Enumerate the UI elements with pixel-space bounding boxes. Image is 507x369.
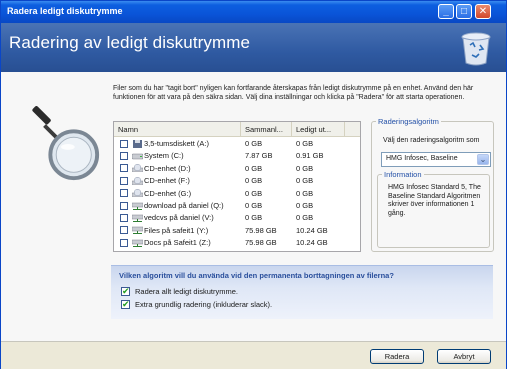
drive-list[interactable]: Namn Sammanl... Ledigt ut... 3,5-tumsdis…: [113, 121, 361, 252]
maximize-button[interactable]: □: [456, 4, 472, 19]
checkmark-icon: ✔: [122, 299, 130, 309]
information-label: Information: [382, 170, 424, 179]
options-panel: Vilken algoritm vill du använda vid den …: [111, 265, 493, 319]
drive-name: Docs på Safeit1 (Z:): [144, 238, 211, 248]
hard-drive-icon: [131, 152, 144, 160]
drive-row[interactable]: download på daniel (Q:) 0 GB 0 GB: [114, 200, 360, 211]
drive-row[interactable]: 3,5-tumsdiskett (A:) 0 GB 0 GB: [114, 138, 360, 149]
drive-free: 0 GB: [296, 213, 314, 223]
intro-text: Filer som du har "tagit bort" nyligen ka…: [113, 85, 474, 101]
drive-row[interactable]: CD-enhet (G:) 0 GB 0 GB: [114, 188, 360, 199]
drive-name: System (C:): [144, 151, 184, 161]
recycle-bin-icon: [461, 32, 491, 66]
extra-thorough-label: Extra grundlig radering (inkluderar slac…: [135, 300, 273, 309]
column-header-free[interactable]: Ledigt ut...: [292, 122, 345, 137]
drive-checkbox[interactable]: [120, 238, 128, 247]
drive-total: 75.98 GB: [245, 225, 277, 235]
minimize-icon: _: [443, 6, 449, 17]
drive-name: Files på safeit1 (Y:): [144, 225, 209, 235]
drive-row[interactable]: CD-enhet (F:) 0 GB 0 GB: [114, 175, 360, 186]
drive-free: 0.91 GB: [296, 151, 324, 161]
drive-checkbox[interactable]: [120, 151, 128, 160]
drive-name: vedcvs på daniel (V:): [144, 213, 214, 223]
drive-row[interactable]: Docs på Safeit1 (Z:) 75.98 GB 10.24 GB: [114, 237, 360, 248]
close-icon: ✕: [478, 6, 488, 17]
information-text: HMG Infosec Standard 5, The Baseline Sta…: [388, 184, 481, 217]
drive-total: 0 GB: [245, 163, 263, 173]
drive-checkbox[interactable]: [120, 213, 128, 222]
drive-row[interactable]: System (C:) 7.87 GB 0.91 GB: [114, 150, 360, 161]
minimize-button[interactable]: _: [438, 4, 454, 19]
network-drive-icon: [131, 226, 144, 235]
page-title: Radering av ledigt diskutrymme: [9, 33, 251, 52]
drive-free: 0 GB: [296, 201, 314, 210]
drive-name: CD-enhet (F:): [144, 176, 190, 186]
algorithm-group: Raderingsalgoritm Välj den raderingsalgo…: [371, 117, 494, 252]
drive-free: 0 GB: [296, 176, 314, 186]
drive-checkbox[interactable]: [120, 176, 128, 185]
floppy-drive-icon: [132, 139, 143, 148]
window-title: Radera ledigt diskutrymme: [7, 6, 123, 16]
network-drive-icon: [131, 239, 144, 247]
drive-name: download på daniel (Q:): [144, 201, 224, 210]
drive-total: 0 GB: [245, 201, 263, 210]
drive-checkbox[interactable]: [120, 189, 128, 198]
drive-total: 0 GB: [245, 176, 263, 186]
network-drive-icon: [131, 202, 144, 210]
erase-all-free-space-checkbox[interactable]: ✔: [121, 286, 130, 296]
drive-free: 10.24 GB: [296, 238, 328, 248]
drive-name: 3,5-tumsdiskett (A:): [144, 139, 210, 148]
header-band: Radering av ledigt diskutrymme: [1, 23, 506, 72]
drive-name: CD-enhet (D:): [144, 163, 191, 173]
drive-checkbox[interactable]: [120, 139, 128, 148]
magnifier-icon: [32, 106, 100, 181]
drive-checkbox[interactable]: [120, 226, 128, 235]
drive-free: 0 GB: [296, 163, 314, 173]
drive-list-header: Namn Sammanl... Ledigt ut...: [114, 122, 360, 137]
drive-total: 0 GB: [245, 188, 263, 198]
close-button[interactable]: ✕: [475, 4, 491, 19]
options-title: Vilken algoritm vill du använda vid den …: [119, 271, 394, 280]
algorithm-group-label: Raderingsalgoritm: [376, 117, 441, 126]
button-bar: Radera Avbryt: [1, 341, 506, 369]
drive-row[interactable]: CD-enhet (D:) 0 GB 0 GB: [114, 163, 360, 174]
drive-total: 0 GB: [245, 139, 263, 148]
erase-free-space-window: Radera ledigt diskutrymme _ □ ✕ Radering…: [0, 0, 507, 369]
cd-drive-icon: [131, 189, 144, 198]
erase-button[interactable]: Radera: [370, 349, 424, 364]
drive-total: 75.98 GB: [245, 238, 277, 248]
network-drive-icon: [131, 214, 144, 222]
drive-name: CD-enhet (G:): [144, 188, 192, 198]
column-header-total[interactable]: Sammanl...: [241, 122, 292, 137]
dropdown-button[interactable]: ⌄: [477, 154, 489, 165]
chevron-down-icon: ⌄: [479, 155, 487, 164]
drive-row[interactable]: Files på safeit1 (Y:) 75.98 GB 10.24 GB: [114, 225, 360, 236]
drive-checkbox[interactable]: [120, 164, 128, 173]
extra-thorough-checkbox[interactable]: ✔: [121, 299, 130, 309]
drive-checkbox[interactable]: [120, 201, 128, 210]
maximize-icon: □: [460, 6, 468, 17]
erase-all-free-space-label: Radera allt ledigt diskutrymme.: [135, 287, 238, 296]
column-header-name[interactable]: Namn: [114, 122, 241, 137]
cd-drive-icon: [131, 176, 144, 185]
drive-free: 0 GB: [296, 139, 314, 148]
information-group: Information HMG Infosec Standard 5, The …: [377, 170, 490, 248]
drive-free: 0 GB: [296, 188, 314, 198]
cancel-button[interactable]: Avbryt: [437, 349, 491, 364]
algorithm-select[interactable]: HMG Infosec, Baseline ⌄: [381, 152, 491, 167]
title-bar[interactable]: Radera ledigt diskutrymme _ □ ✕: [1, 1, 506, 23]
cd-drive-icon: [131, 164, 144, 173]
checkmark-icon: ✔: [122, 286, 130, 296]
drive-row[interactable]: vedcvs på daniel (V:) 0 GB 0 GB: [114, 212, 360, 223]
algorithm-selected-value: HMG Infosec, Baseline: [386, 155, 458, 162]
drive-total: 7.87 GB: [245, 151, 273, 161]
drive-total: 0 GB: [245, 213, 263, 223]
drive-free: 10.24 GB: [296, 225, 328, 235]
algorithm-prompt: Välj den raderingsalgoritm som: [383, 137, 480, 144]
